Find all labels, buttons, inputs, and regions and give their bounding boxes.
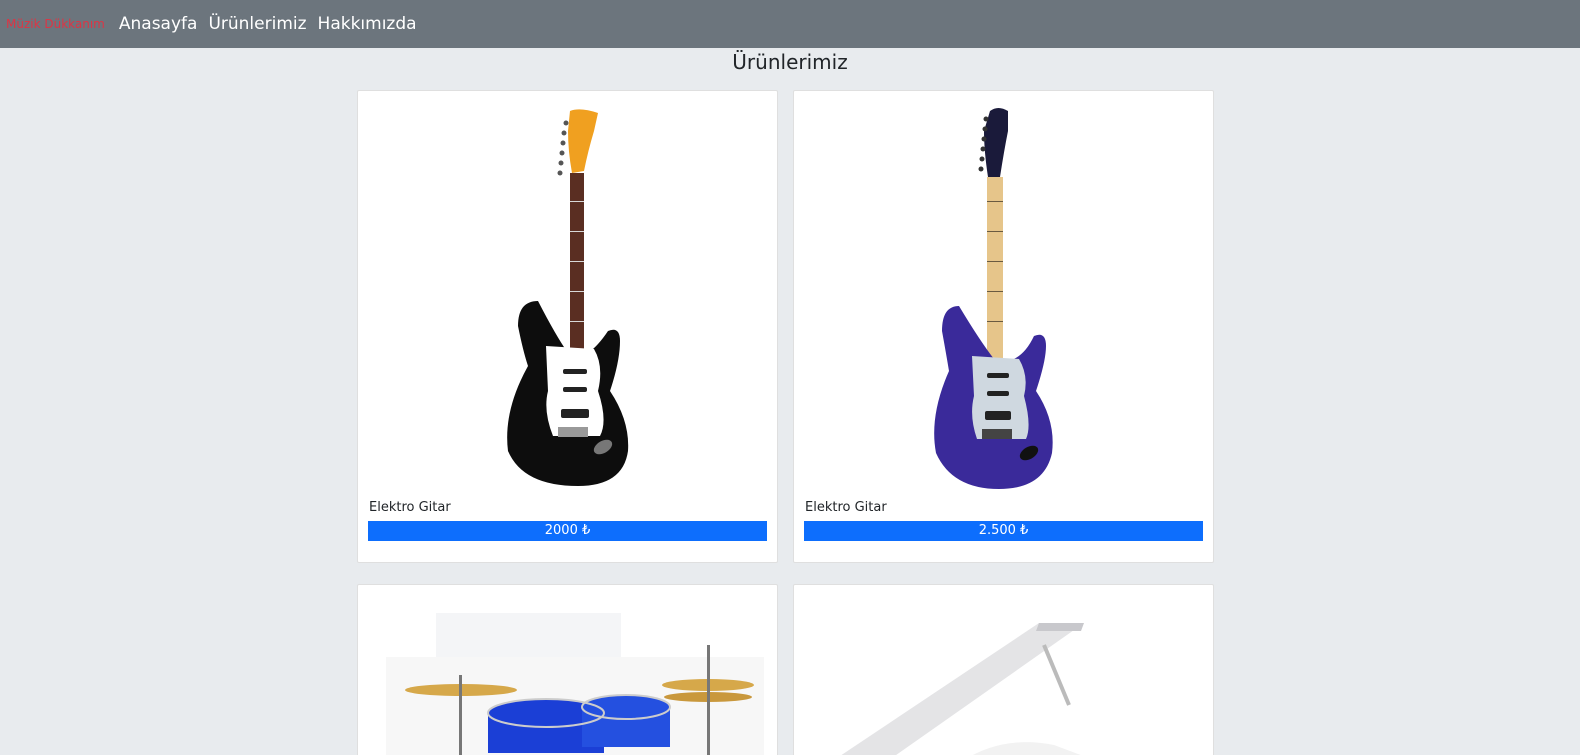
product-card-1: Elektro Gitar 2000 ₺ [357, 90, 778, 563]
nav-link-hakkimizda[interactable]: Hakkımızda [318, 14, 417, 34]
product-card-2: Elektro Gitar 2.500 ₺ [793, 90, 1214, 563]
black-electric-guitar-image[interactable] [358, 91, 777, 491]
price-button[interactable]: 2.500 ₺ [804, 521, 1203, 541]
product-name: Elektro Gitar [369, 500, 451, 515]
blue-electric-guitar-image[interactable] [794, 91, 1213, 491]
price-button[interactable]: 2000 ₺ [368, 521, 767, 541]
nav-link-anasayfa[interactable]: Anasayfa [119, 14, 198, 34]
product-card-3 [357, 584, 778, 755]
blue-drum-kit-image[interactable] [358, 585, 777, 755]
page-title: Ürünlerimiz [732, 50, 848, 74]
brand-link[interactable]: Müzik Dükkanım [6, 17, 105, 31]
nav-link-urunlerimiz[interactable]: Ürünlerimiz [208, 14, 306, 34]
navbar: Müzik Dükkanım Anasayfa Ürünlerimiz Hakk… [0, 0, 1580, 48]
white-grand-piano-image[interactable] [794, 585, 1213, 755]
product-card-4 [793, 584, 1214, 755]
product-name: Elektro Gitar [805, 500, 887, 515]
